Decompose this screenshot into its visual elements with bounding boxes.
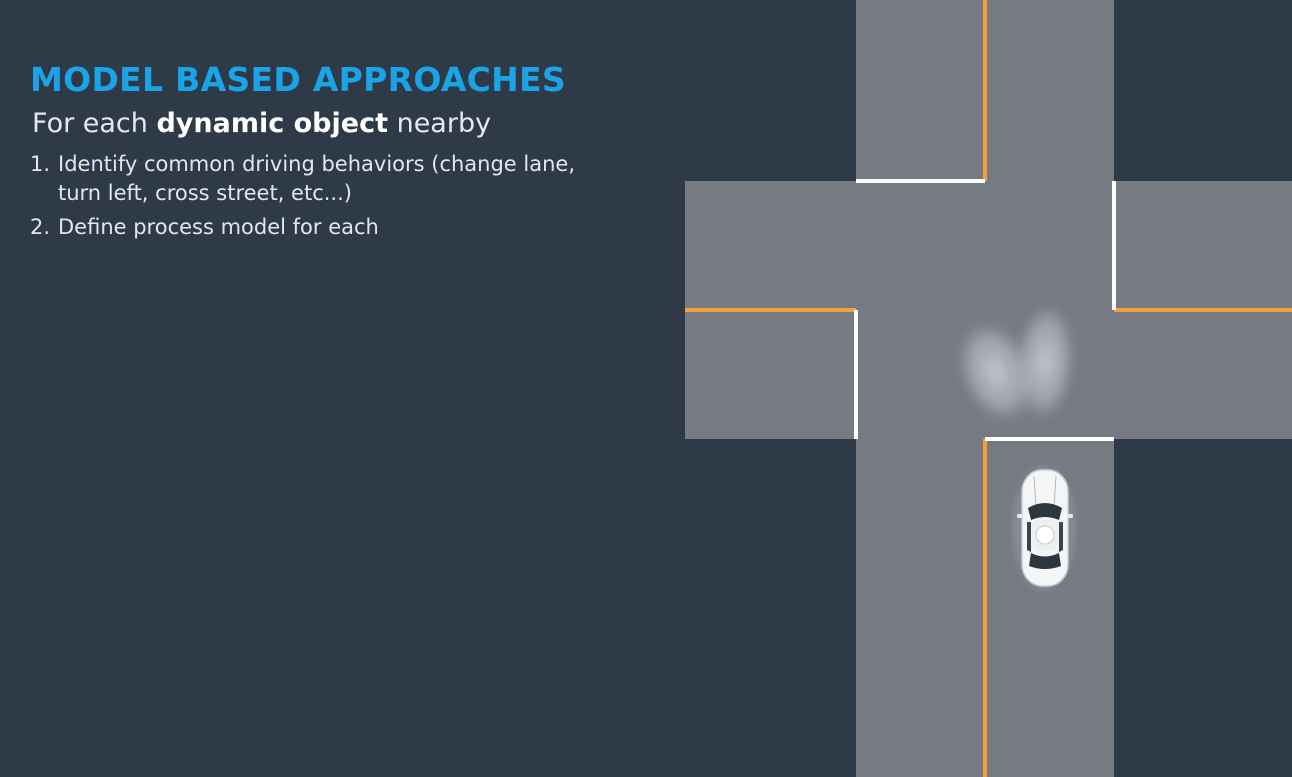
slide: MODEL BASED APPROACHES For each dynamic … <box>0 0 1292 777</box>
intersection-diagram <box>685 0 1292 777</box>
car-top-view-icon <box>1012 466 1076 590</box>
